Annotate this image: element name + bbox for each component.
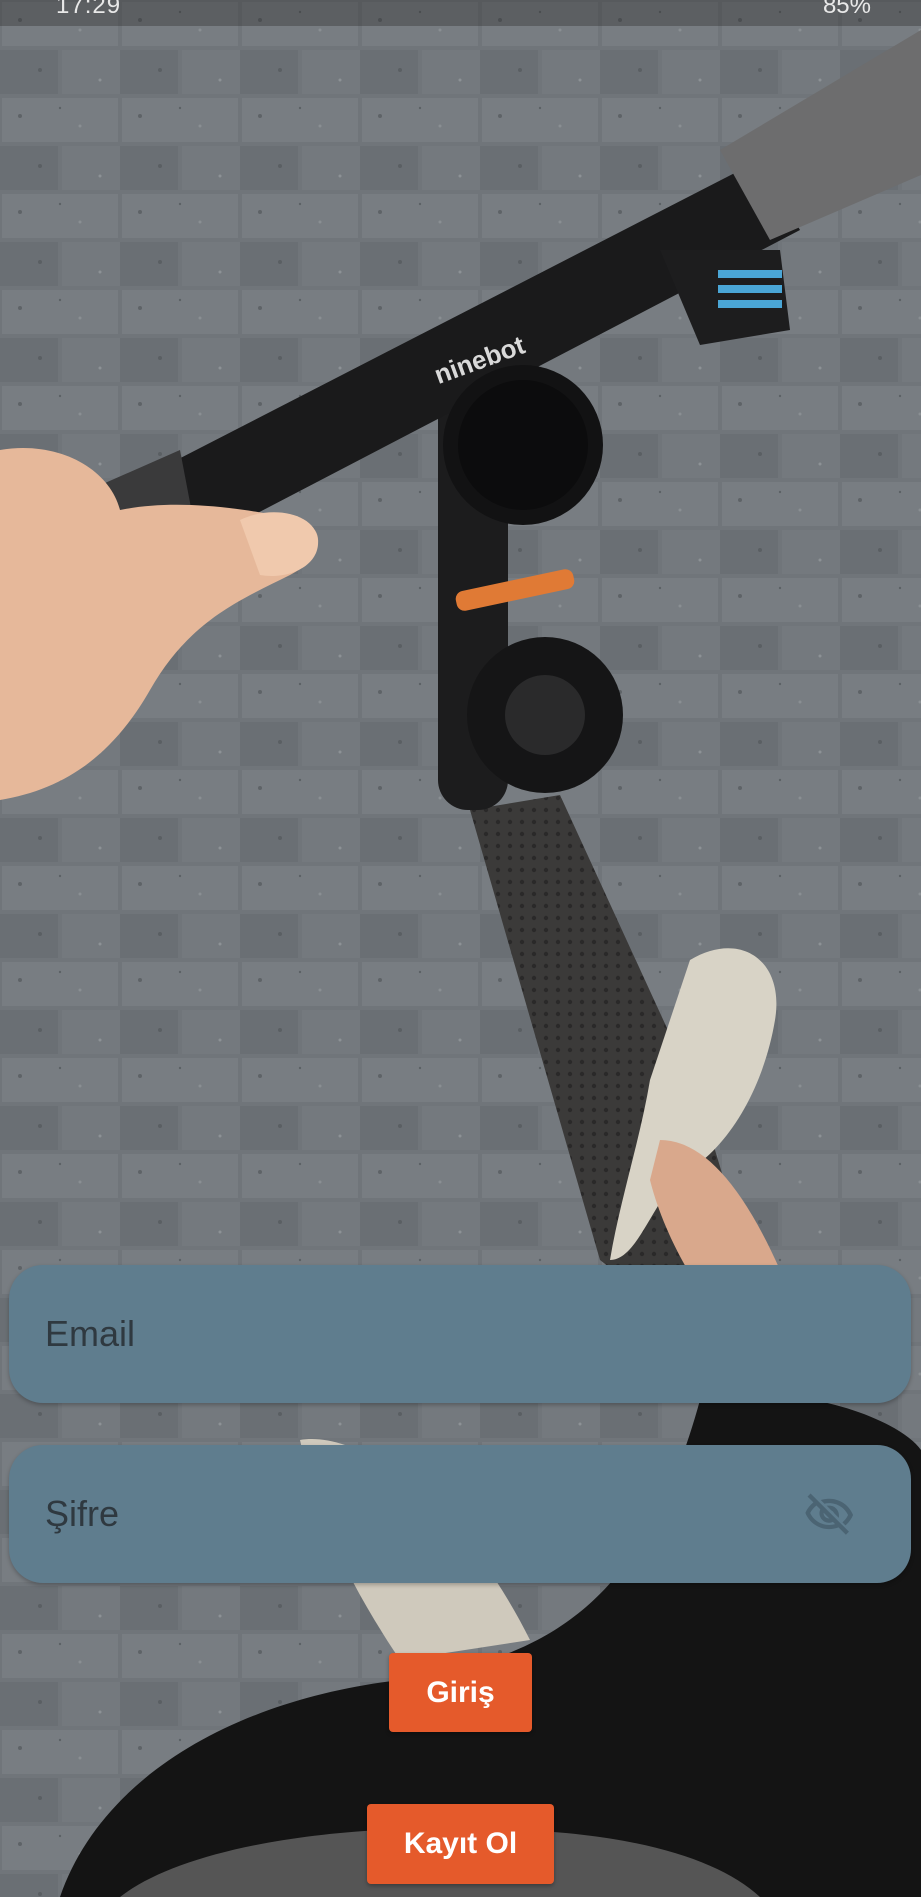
status-time: 17:29 bbox=[56, 0, 122, 19]
register-button[interactable]: Kayıt Ol bbox=[367, 1804, 554, 1884]
eye-off-icon[interactable] bbox=[803, 1489, 855, 1541]
status-bar: 17:29 85% bbox=[0, 0, 921, 26]
status-battery: 85% bbox=[822, 0, 871, 19]
background-photo: ninebot bbox=[0, 0, 921, 1897]
password-field[interactable] bbox=[9, 1445, 911, 1583]
login-screen: ninebot 17:29 85% Giriş Kayıt Ol bbox=[0, 0, 921, 1897]
email-input[interactable] bbox=[45, 1265, 805, 1403]
login-button[interactable]: Giriş bbox=[389, 1653, 532, 1732]
email-field[interactable] bbox=[9, 1265, 911, 1403]
password-input[interactable] bbox=[45, 1445, 805, 1583]
